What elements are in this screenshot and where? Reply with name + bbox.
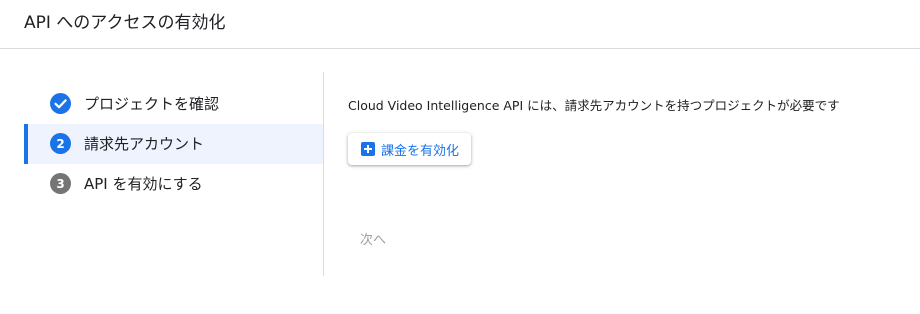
- stepper: プロジェクトを確認 2 請求先アカウント 3 API を有効にする: [24, 84, 323, 204]
- billing-requirement-text: Cloud Video Intelligence API には、請求先アカウント…: [348, 98, 840, 113]
- next-button[interactable]: 次へ: [348, 224, 398, 252]
- enable-billing-label: 課金を有効化: [381, 143, 460, 159]
- check-circle-icon: [50, 93, 71, 114]
- step-enable-api[interactable]: 3 API を有効にする: [24, 164, 323, 204]
- vertical-divider: [323, 72, 324, 276]
- add-box-icon: [361, 142, 375, 156]
- dialog-header: API へのアクセスの有効化: [0, 0, 920, 49]
- step-content: Cloud Video Intelligence API には、請求先アカウント…: [348, 96, 840, 116]
- step-label: API を有効にする: [84, 175, 203, 193]
- step-number-badge: 2: [50, 133, 71, 154]
- enable-billing-button[interactable]: 課金を有効化: [348, 133, 472, 165]
- step-billing-account[interactable]: 2 請求先アカウント: [24, 124, 323, 164]
- page-title: API へのアクセスの有効化: [24, 13, 226, 33]
- step-label: 請求先アカウント: [84, 135, 205, 153]
- step-confirm-project[interactable]: プロジェクトを確認: [24, 84, 323, 124]
- step-label: プロジェクトを確認: [84, 95, 220, 113]
- step-number-badge: 3: [50, 173, 71, 194]
